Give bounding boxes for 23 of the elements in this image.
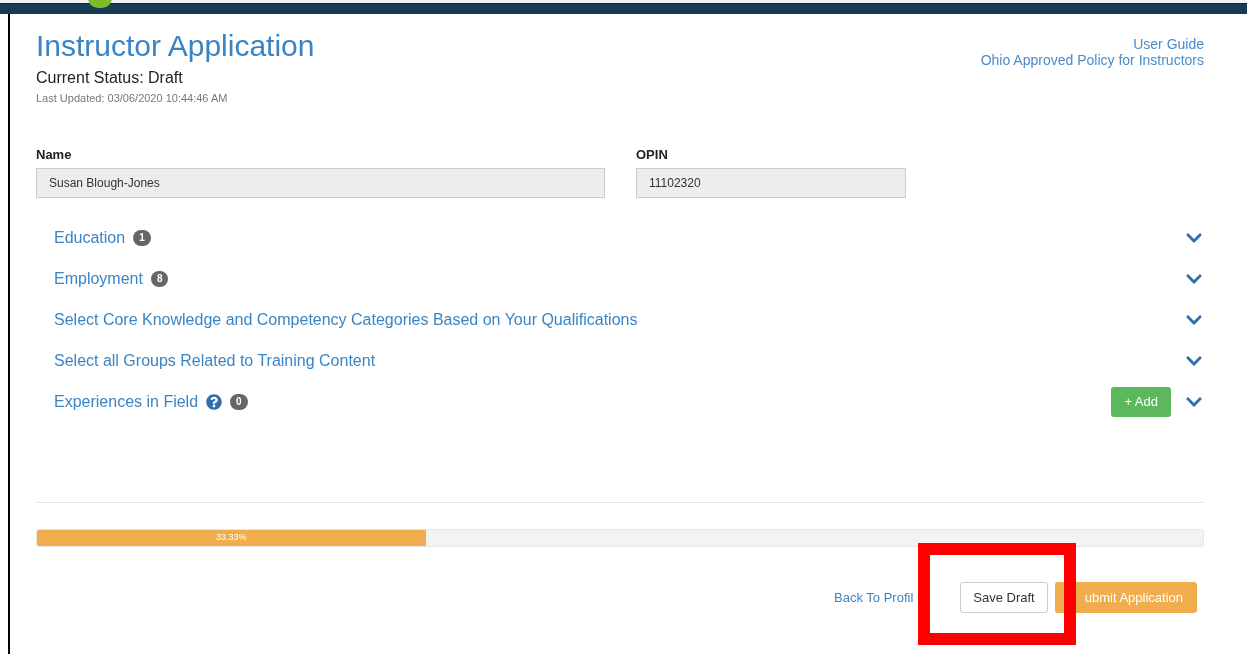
page-title: Instructor Application [36,28,315,64]
progress-reading: 33.33% [216,531,247,545]
help-icon[interactable] [206,393,223,410]
count-badge: 0 [230,393,248,410]
section-title[interactable]: Select Core Knowledge and Competency Categories Based on Your Qualifications [54,307,638,332]
save-draft-button[interactable]: Save Draft [960,582,1048,613]
count-badge: 8 [150,270,169,287]
field-label: Name [36,145,73,164]
count-badge: 1 [133,229,151,246]
section-title[interactable]: Select all Groups Related to Training Content [54,348,376,373]
back-link[interactable]: Back To Profil [834,587,914,608]
text-field[interactable]: Susan Blough-Jones [36,168,605,198]
status-text: Current Status: Draft [36,68,184,88]
add-button[interactable]: + Add [1111,386,1171,417]
last-updated-text: Last Updated: 03/06/2020 10:44:46 AM [36,91,229,106]
section-title[interactable]: Employment [54,266,143,291]
section-title[interactable]: Experiences in Field [54,389,199,414]
logo-icon [88,0,112,8]
header-link[interactable]: Ohio Approved Policy for Instructors [980,52,1204,68]
field-label: OPIN [636,145,669,164]
section-title[interactable]: Education [54,225,126,250]
text-field[interactable]: 11102320 [636,168,906,198]
header-link[interactable]: User Guide [1133,36,1204,52]
